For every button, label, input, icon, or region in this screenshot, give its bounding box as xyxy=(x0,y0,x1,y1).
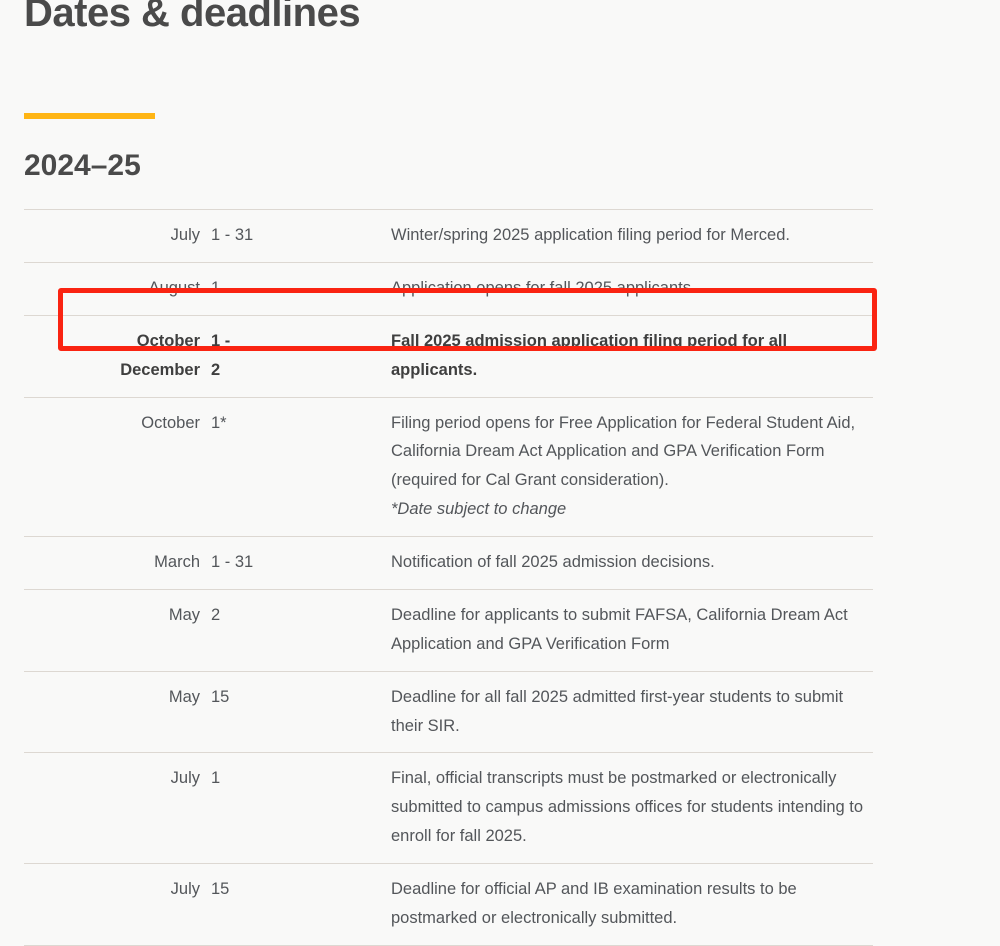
description-text: Filing period opens for Free Application… xyxy=(391,413,856,490)
table-row: August 1 Application opens for fall 2025 a… xyxy=(24,261,873,316)
table-row: October December 1 -2 Fall 2025 admission a… xyxy=(24,314,873,397)
cell-month: May xyxy=(24,588,211,672)
cell-description: Deadline for applicants to submit FAFSA,… xyxy=(391,588,873,672)
cell-description: Notification of fall 2025 admission deci… xyxy=(391,536,873,590)
description-text: Deadline for applicants to submit FAFSA,… xyxy=(391,605,848,653)
description-text: Application opens for fall 2025 applican… xyxy=(391,278,696,297)
cell-day: 1 - 31 xyxy=(211,536,391,590)
description-note: *Date subject to change xyxy=(391,500,567,519)
cell-month: May xyxy=(24,670,211,753)
table-row: May 15 Deadline for all fall 2025 admitted… xyxy=(24,670,873,753)
cell-month: July xyxy=(24,209,211,263)
cell-description: Deadline for official AP and IB examinat… xyxy=(391,863,873,946)
cell-month: August xyxy=(24,261,211,316)
cell-description: Application opens for fall 2025 applican… xyxy=(391,261,873,316)
description-text: Notification of fall 2025 admission deci… xyxy=(391,553,715,571)
description-text: Deadline for all fall 2025 admitted firs… xyxy=(391,687,844,735)
cell-day: 2 xyxy=(211,588,391,672)
cell-day: 1* xyxy=(211,396,391,537)
cell-description: Winter/spring 2025 application filing pe… xyxy=(391,209,873,263)
description-text: Deadline for official AP and IB examinat… xyxy=(391,880,797,927)
cell-month: March xyxy=(24,536,211,590)
page-title: Dates & deadlines xyxy=(24,0,361,35)
description-text: Winter/spring 2025 application filing pe… xyxy=(391,226,790,244)
cell-description: Fall 2025 admission application filing p… xyxy=(391,314,873,397)
dates-deadlines-page: Dates & deadlines 2024–25 July 1 - 31 Wint… xyxy=(0,0,1000,946)
year-heading: 2024–25 xyxy=(24,149,141,182)
cell-day: 1 - 31 xyxy=(211,209,391,263)
cell-month: October December xyxy=(24,314,211,397)
deadlines-table: July 1 - 31 Winter/spring 2025 application… xyxy=(24,209,873,946)
cell-day: 1 -2 xyxy=(211,314,391,397)
table-row: May 2 Deadline for applicants to submit FA… xyxy=(24,588,873,672)
table-tail-spacer xyxy=(24,795,873,816)
table-row: October 1* Filing period opens for Free Ap… xyxy=(24,396,873,537)
cell-month: October xyxy=(24,396,211,537)
cell-description: Deadline for all fall 2025 admitted firs… xyxy=(391,670,873,753)
cell-day: 15 xyxy=(211,670,391,753)
cell-description: Filing period opens for Free Application… xyxy=(391,396,873,537)
table-row: July 1 - 31 Winter/spring 2025 application… xyxy=(24,209,873,263)
cell-month: July xyxy=(24,863,211,946)
description-text: Fall 2025 admission application filing p… xyxy=(391,331,788,379)
table-row: March 1 - 31 Notification of fall 2025 adm… xyxy=(24,536,873,590)
deadlines-table-body: July 1 - 31 Winter/spring 2025 application… xyxy=(24,209,873,946)
cell-day: 15 xyxy=(211,863,391,946)
orange-accent-bar xyxy=(24,113,155,119)
cell-day: 1 xyxy=(211,261,391,316)
table-row: July 15 Deadline for official AP and IB ex… xyxy=(24,863,873,946)
